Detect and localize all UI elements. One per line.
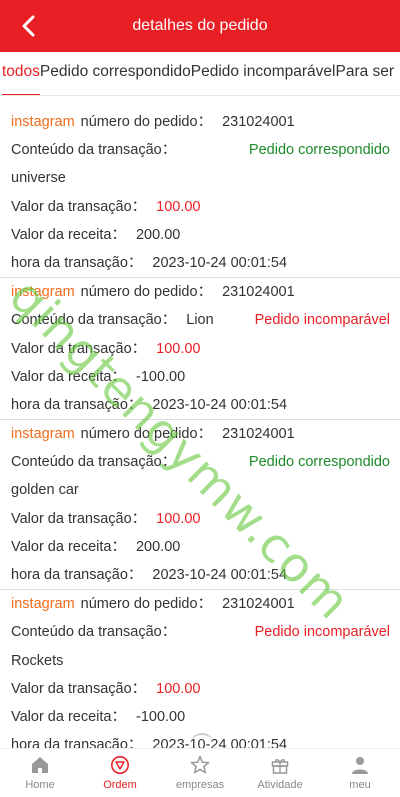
content-label: Conteúdo da transação xyxy=(11,142,162,159)
content-label: Conteúdo da transação xyxy=(11,624,162,641)
status-badge: Pedido correspondido xyxy=(248,454,390,471)
order-card[interactable]: instagram número do pedido ： 231024001 C… xyxy=(0,108,400,279)
amount-label: Valor da transação xyxy=(11,198,132,215)
user-icon xyxy=(352,757,368,774)
order-number-label: número do pedido xyxy=(80,596,198,613)
colon: ： xyxy=(127,396,143,413)
order-icon xyxy=(111,756,129,774)
star-icon xyxy=(190,755,210,774)
order-number-value: 231024001 xyxy=(222,596,295,613)
colon: ： xyxy=(161,142,177,159)
status-badge: Pedido incomparável xyxy=(254,624,390,641)
order-number-label: número do pedido xyxy=(80,284,198,301)
order-card[interactable]: instagram número do pedido ： 231024001 C… xyxy=(0,590,400,748)
nav-activity[interactable]: Atividade xyxy=(240,749,320,797)
time-label: hora da transação xyxy=(11,737,128,748)
receipt-value: -100.00 xyxy=(135,368,186,385)
amount-label: Valor da transação xyxy=(11,340,132,357)
receipt-value: 200.00 xyxy=(135,538,181,555)
nav-companies[interactable]: empresas xyxy=(160,749,240,797)
amount-label: Valor da transação xyxy=(11,680,132,697)
receipt-label: Valor da receita xyxy=(11,226,112,243)
content-label: Conteúdo da transação xyxy=(11,454,162,471)
item-name: golden car xyxy=(11,482,79,499)
home-icon xyxy=(32,757,48,773)
gift-icon xyxy=(271,759,289,774)
amount-value: 100.00 xyxy=(156,340,201,357)
nav-label: Home xyxy=(25,779,55,791)
nav-home[interactable]: Home xyxy=(0,749,80,797)
colon: ： xyxy=(127,567,143,583)
colon: ： xyxy=(111,226,126,243)
colon: ： xyxy=(197,114,213,130)
tab-all[interactable]: todos xyxy=(0,52,40,95)
receipt-label: Valor da receita xyxy=(11,538,112,555)
tab-matched[interactable]: Pedido correspondido xyxy=(40,52,191,95)
colon: ： xyxy=(197,426,213,443)
tab-pending[interactable]: Para ser xyxy=(336,52,395,95)
colon: ： xyxy=(111,368,126,385)
time-label: hora da transação xyxy=(11,396,128,413)
content-label: Conteúdo da transação xyxy=(11,312,162,329)
tab-unmatched[interactable]: Pedido incomparável xyxy=(191,52,336,95)
order-tabs: todos Pedido correspondido Pedido incomp… xyxy=(0,52,400,96)
item-name: Lion xyxy=(186,312,214,329)
colon: ： xyxy=(197,596,213,613)
time-value: 2023-10-24 00:01:54 xyxy=(152,737,288,748)
platform-label: instagram xyxy=(11,426,75,443)
time-value: 2023-10-24 00:01:54 xyxy=(152,567,288,583)
colon: ： xyxy=(131,340,147,357)
receipt-value: -100.00 xyxy=(135,708,186,725)
amount-value: 100.00 xyxy=(156,680,201,697)
colon: ： xyxy=(161,454,177,471)
chevron-left-icon[interactable] xyxy=(18,14,40,38)
platform-label: instagram xyxy=(11,114,75,130)
platform-label: instagram xyxy=(11,284,75,301)
colon: ： xyxy=(111,708,126,725)
order-card[interactable]: instagram número do pedido ： 231024001 C… xyxy=(0,278,400,421)
order-number-label: número do pedido xyxy=(80,426,198,443)
receipt-label: Valor da receita xyxy=(11,368,112,385)
time-label: hora da transação xyxy=(11,567,128,583)
colon: ： xyxy=(127,254,143,271)
receipt-value: 200.00 xyxy=(135,226,181,243)
page-title: detalhes do pedido xyxy=(132,17,268,34)
order-card[interactable]: instagram número do pedido ： 231024001 C… xyxy=(0,420,400,591)
colon: ： xyxy=(131,680,147,697)
item-name: universe xyxy=(11,170,66,187)
colon: ： xyxy=(111,538,126,555)
colon: ： xyxy=(131,198,147,215)
nav-label: Ordem xyxy=(103,779,137,791)
order-list[interactable]: instagram número do pedido ： 231024001 C… xyxy=(0,108,400,748)
colon: ： xyxy=(161,624,177,641)
order-number-value: 231024001 xyxy=(222,114,295,130)
amount-value: 100.00 xyxy=(156,198,201,215)
time-label: hora da transação xyxy=(11,254,128,271)
order-number-value: 231024001 xyxy=(222,426,295,443)
colon: ： xyxy=(161,312,177,329)
platform-label: instagram xyxy=(11,596,75,613)
colon: ： xyxy=(131,510,147,527)
nav-me[interactable]: meu xyxy=(320,749,400,797)
time-value: 2023-10-24 00:01:54 xyxy=(152,254,288,271)
amount-label: Valor da transação xyxy=(11,510,132,527)
colon: ： xyxy=(127,737,143,748)
time-value: 2023-10-24 00:01:54 xyxy=(152,396,288,413)
nav-label: empresas xyxy=(175,779,225,791)
receipt-label: Valor da receita xyxy=(11,708,112,725)
header-bar: detalhes do pedido xyxy=(0,0,400,52)
status-badge: Pedido incomparável xyxy=(254,312,390,329)
item-name: Rockets xyxy=(11,652,64,669)
colon: ： xyxy=(197,284,213,301)
order-number-value: 231024001 xyxy=(222,284,295,301)
status-badge: Pedido correspondido xyxy=(248,142,390,159)
nav-order[interactable]: Ordem xyxy=(80,749,160,797)
amount-value: 100.00 xyxy=(156,510,201,527)
bottom-nav: Home Ordem empresas Atividade meu xyxy=(0,748,400,797)
order-number-label: número do pedido xyxy=(80,114,198,130)
nav-label: Atividade xyxy=(257,779,303,791)
nav-label: meu xyxy=(349,779,371,791)
